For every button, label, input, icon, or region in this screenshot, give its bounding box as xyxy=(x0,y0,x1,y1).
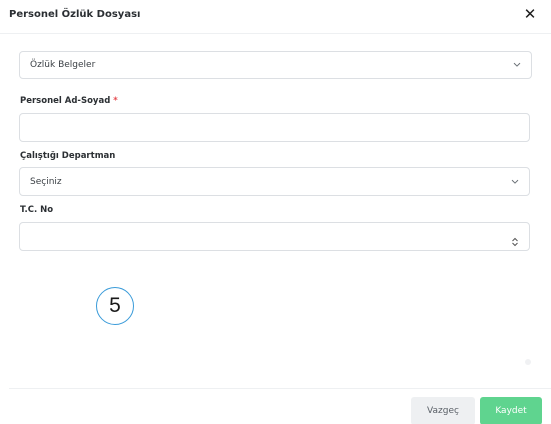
close-icon[interactable]: ✕ xyxy=(522,6,538,22)
faint-dot xyxy=(525,359,531,365)
modal-title: Personel Özlük Dosyası xyxy=(9,9,141,20)
chevron-down-icon xyxy=(511,177,519,185)
number-spinner-icon[interactable] xyxy=(511,232,519,246)
name-input[interactable] xyxy=(19,113,530,142)
document-category-value: Özlük Belgeler xyxy=(30,60,96,70)
tc-number-input[interactable] xyxy=(19,222,530,251)
department-label: Çalıştığı Departman xyxy=(20,151,116,161)
department-select[interactable]: Seçiniz xyxy=(19,167,530,196)
save-button[interactable]: Kaydet xyxy=(480,397,542,424)
document-category-select[interactable]: Özlük Belgeler xyxy=(19,51,532,79)
tc-label: T.C. No xyxy=(20,205,54,215)
modal-header: Personel Özlük Dosyası ✕ xyxy=(0,0,551,34)
department-value: Seçiniz xyxy=(30,176,62,187)
step-marker: 5 xyxy=(96,287,134,325)
required-mark: * xyxy=(113,96,118,106)
cancel-button[interactable]: Vazgeç xyxy=(411,397,475,424)
name-label: Personel Ad-Soyad * xyxy=(20,96,118,106)
chevron-down-icon xyxy=(513,61,521,69)
footer-divider xyxy=(9,388,551,389)
